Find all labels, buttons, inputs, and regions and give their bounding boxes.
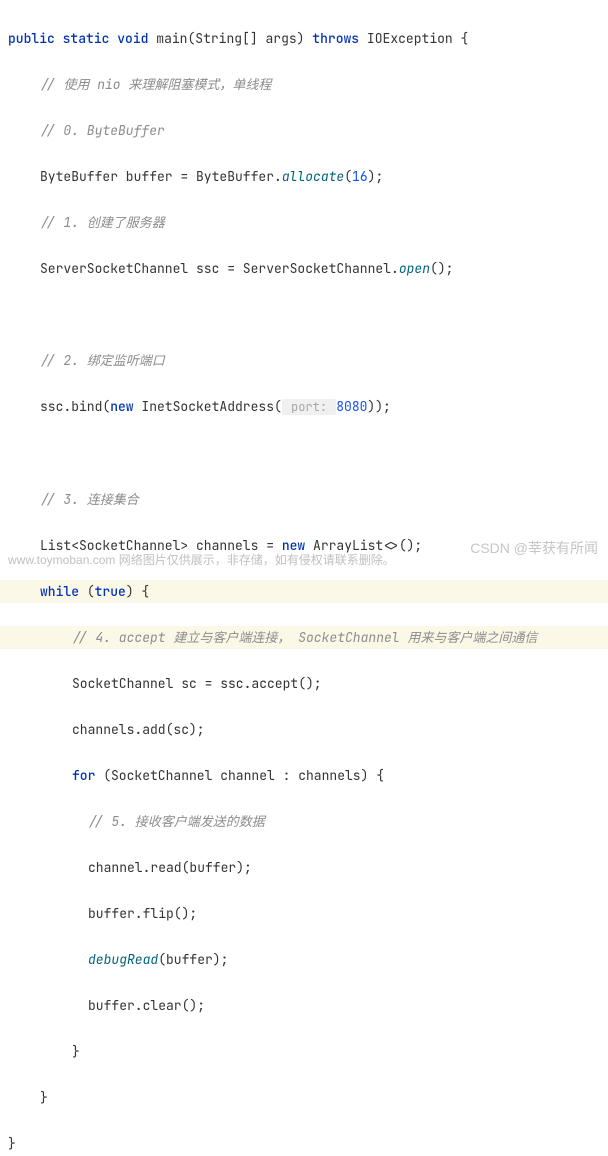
number-literal: 8080 — [336, 398, 367, 415]
code-line: SocketChannel sc = ssc.accept(); — [0, 672, 608, 695]
code-text: (); — [430, 260, 453, 277]
code-line: // 3. 连接集合 — [0, 488, 608, 511]
watermark-csdn: CSDN @莘获有所闻 — [470, 537, 598, 560]
code-line: ssc.bind(new InetSocketAddress( port: 80… — [0, 395, 608, 419]
static-method: open — [399, 260, 430, 277]
keyword-while: while — [40, 583, 79, 600]
paren: ( — [79, 583, 95, 600]
code-line: // 4. accept 建立与客户端连接， SocketChannel 用来与… — [0, 626, 608, 649]
code-text: ) { — [126, 583, 149, 600]
code-text: buffer.flip(); — [88, 905, 197, 922]
keyword-void: void — [117, 30, 148, 47]
paren: ( — [344, 168, 352, 185]
exception-type: IOException — [367, 30, 453, 47]
static-method: debugRead — [88, 951, 158, 968]
code-line: for (SocketChannel channel : channels) { — [0, 764, 608, 787]
blank-line — [0, 442, 608, 465]
code-text: ByteBuffer buffer = ByteBuffer. — [40, 168, 282, 185]
comment: // 2. 绑定监听端口 — [40, 352, 165, 369]
code-line: ByteBuffer buffer = ByteBuffer.allocate(… — [0, 165, 608, 188]
keyword-true: true — [95, 583, 126, 600]
code-line: debugRead(buffer); — [0, 948, 608, 971]
param-hint: port: — [282, 399, 336, 415]
keyword-public: public — [8, 30, 55, 47]
code-text: InetSocketAddress( — [134, 398, 282, 415]
number-literal: 16 — [352, 168, 368, 185]
close-brace: } — [0, 1132, 608, 1155]
code-text: ); — [368, 168, 384, 185]
close-brace: } — [0, 1040, 608, 1063]
code-block: public static void main(String[] args) t… — [0, 0, 608, 1156]
code-line: // 1. 创建了服务器 — [0, 211, 608, 234]
keyword-for: for — [72, 767, 95, 784]
comment: // 3. 连接集合 — [40, 491, 139, 508]
watermark-toymoban: www.toymoban.com 网络图片仅供展示，非存储，如有侵权请联系删除。 — [8, 549, 395, 572]
params: (String[] args) — [187, 30, 304, 47]
code-text: (SocketChannel channel : channels) { — [95, 767, 384, 784]
keyword-static: static — [63, 30, 110, 47]
code-line: ServerSocketChannel ssc = ServerSocketCh… — [0, 257, 608, 280]
code-text: ssc.bind( — [40, 398, 110, 415]
code-text: buffer.clear(); — [88, 997, 205, 1014]
code-line: while (true) { — [0, 580, 608, 603]
code-text: ServerSocketChannel ssc = ServerSocketCh… — [40, 260, 399, 277]
keyword-new: new — [110, 398, 133, 415]
code-line: channel.read(buffer); — [0, 856, 608, 879]
code-text: (buffer); — [158, 951, 228, 968]
comment: // 5. 接收客户端发送的数据 — [88, 813, 265, 830]
static-method: allocate — [282, 168, 344, 185]
code-line: // 5. 接收客户端发送的数据 — [0, 810, 608, 833]
close-brace: } — [0, 1086, 608, 1109]
keyword-throws: throws — [312, 30, 359, 47]
code-text: channel.read(buffer); — [88, 859, 252, 876]
code-line: channels.add(sc); — [0, 718, 608, 741]
code-text: channels.add(sc); — [72, 721, 205, 738]
code-line: // 0. ByteBuffer — [0, 119, 608, 142]
brace: { — [453, 30, 469, 47]
code-text: SocketChannel sc = ssc.accept(); — [72, 675, 322, 692]
code-line: // 使用 nio 来理解阻塞模式，单线程 — [0, 73, 608, 96]
code-line: // 2. 绑定监听端口 — [0, 349, 608, 372]
blank-line — [0, 303, 608, 326]
code-line: buffer.flip(); — [0, 902, 608, 925]
comment: // 1. 创建了服务器 — [40, 214, 165, 231]
code-text: )); — [367, 398, 390, 415]
code-line: buffer.clear(); — [0, 994, 608, 1017]
comment: // 4. accept 建立与客户端连接， SocketChannel 用来与… — [72, 629, 537, 646]
comment: // 使用 nio 来理解阻塞模式，单线程 — [40, 76, 271, 93]
comment: // 0. ByteBuffer — [40, 122, 165, 139]
code-line: public static void main(String[] args) t… — [0, 27, 608, 50]
method-name: main — [156, 30, 187, 47]
